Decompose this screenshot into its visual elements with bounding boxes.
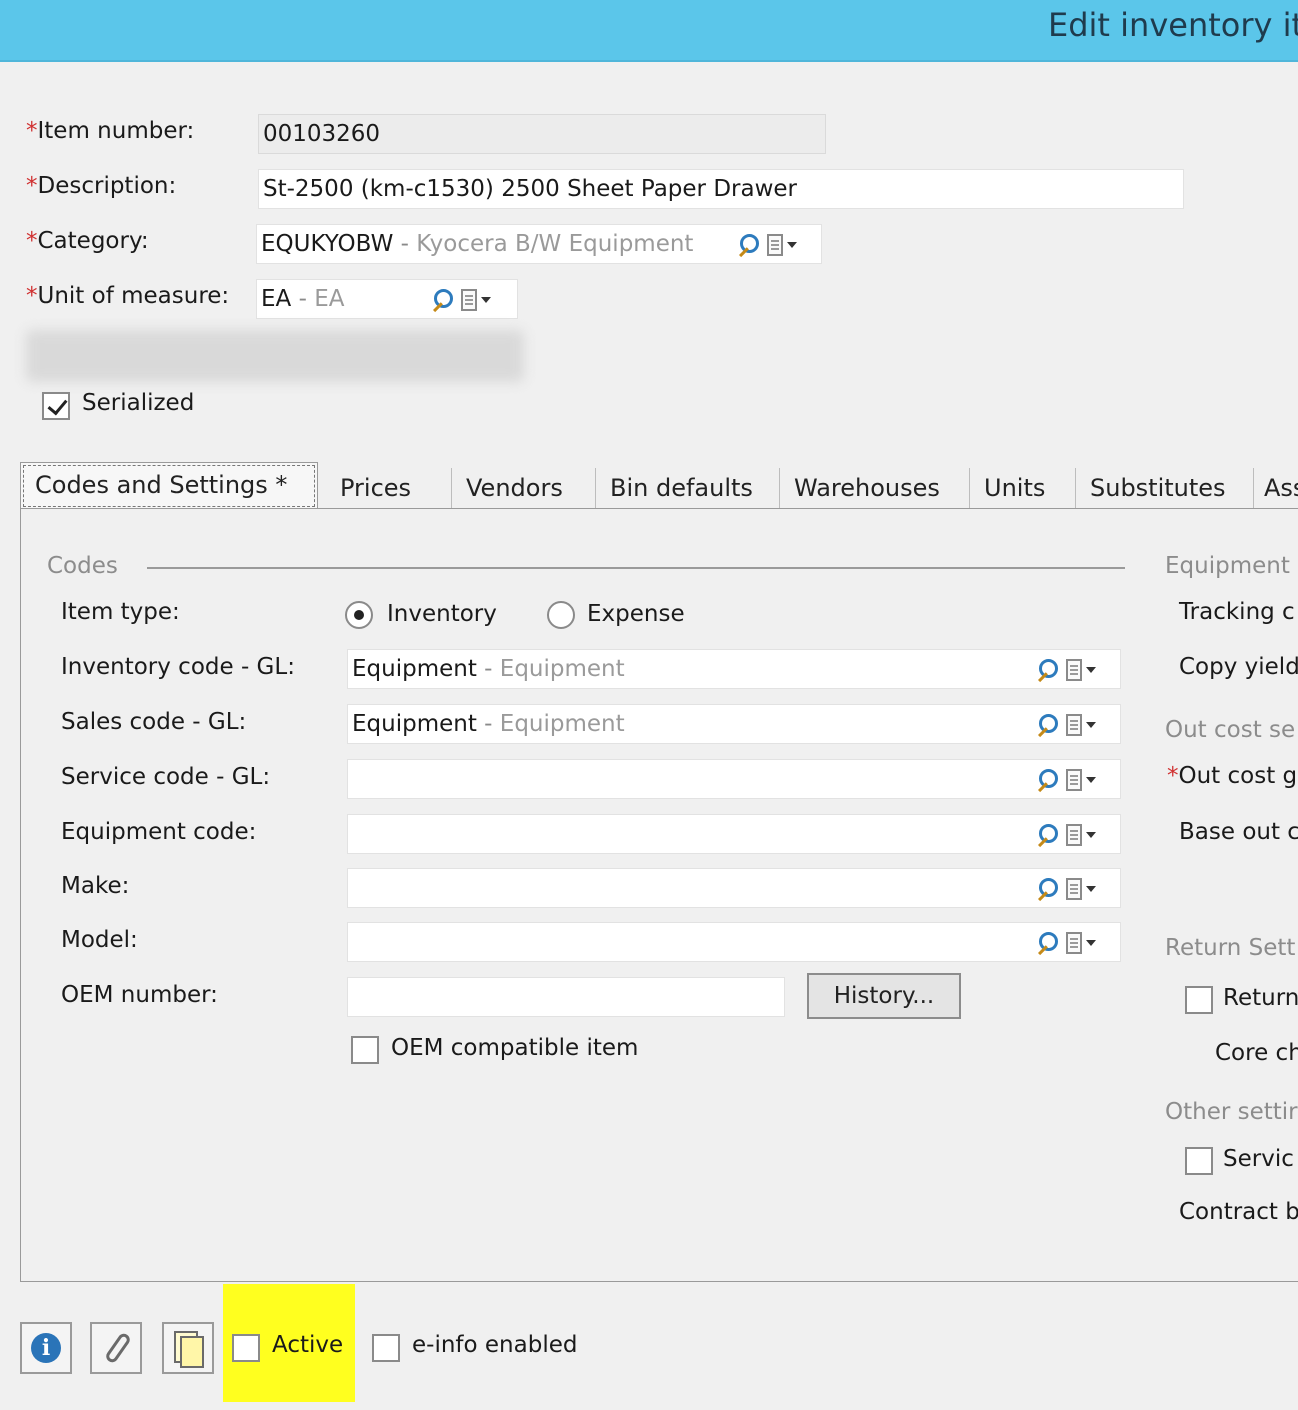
sales-code-label: Sales code - GL:: [61, 709, 247, 735]
lookup-icon[interactable]: [1034, 876, 1060, 902]
tracking-label: Tracking c: [1179, 599, 1295, 625]
document-icon[interactable]: [1066, 878, 1082, 900]
oem-compatible-label: OEM compatible item: [391, 1035, 639, 1061]
active-checkbox[interactable]: [232, 1334, 260, 1362]
serialized-checkbox[interactable]: [42, 392, 70, 420]
tab-prices[interactable]: Prices: [326, 468, 452, 510]
document-icon[interactable]: [461, 289, 477, 311]
item-type-label: Item type:: [61, 599, 180, 625]
service-code-field[interactable]: [347, 759, 1121, 799]
tab-vendors[interactable]: Vendors: [452, 468, 596, 510]
model-field[interactable]: [347, 922, 1121, 962]
codes-section-title: Codes: [47, 553, 118, 579]
redacted-row: [26, 330, 524, 382]
attachment-button[interactable]: [90, 1322, 142, 1374]
oem-number-field[interactable]: [347, 977, 785, 1017]
lookup-icon[interactable]: [1034, 822, 1060, 848]
lookup-icon[interactable]: [1034, 657, 1060, 683]
lookup-icon[interactable]: [1034, 930, 1060, 956]
tab-bin-defaults[interactable]: Bin defaults: [596, 468, 780, 510]
item-number-label: *Item number:: [26, 118, 195, 144]
tab-panel: Codes Item type: Inventory Expense Inven…: [20, 508, 1298, 1282]
equipment-code-field[interactable]: [347, 814, 1121, 854]
copy-yield-label: Copy yield: [1179, 654, 1298, 680]
window-titlebar: Edit inventory it: [0, 0, 1298, 62]
info-icon: i: [31, 1333, 61, 1363]
document-icon[interactable]: [767, 234, 783, 256]
document-icon[interactable]: [1066, 769, 1082, 791]
chevron-down-icon[interactable]: [481, 297, 491, 303]
lookup-icon[interactable]: [429, 287, 455, 313]
other-section-title: Other settir: [1165, 1099, 1298, 1125]
item-type-inventory-radio[interactable]: [345, 601, 373, 629]
oem-compatible-checkbox[interactable]: [351, 1036, 379, 1064]
service-label: Servic: [1223, 1146, 1294, 1172]
active-label: Active: [272, 1332, 344, 1358]
document-icon[interactable]: [1066, 932, 1082, 954]
chevron-down-icon[interactable]: [1086, 667, 1096, 673]
tab-strip: Codes and Settings * Prices Vendors Bin …: [20, 462, 1298, 510]
make-label: Make:: [61, 873, 130, 899]
service-code-label: Service code - GL:: [61, 764, 271, 790]
item-number-field[interactable]: 00103260: [258, 114, 826, 154]
tab-ass[interactable]: Ass: [1254, 468, 1298, 510]
lookup-icon[interactable]: [735, 232, 761, 258]
unit-of-measure-field[interactable]: EA - EA: [256, 279, 518, 319]
return-section-title: Return Sett: [1165, 935, 1296, 961]
chevron-down-icon[interactable]: [1086, 886, 1096, 892]
document-icon[interactable]: [1066, 824, 1082, 846]
return-label: Return: [1223, 985, 1298, 1011]
lookup-icon[interactable]: [1034, 767, 1060, 793]
category-field[interactable]: EQUKYOBW - Kyocera B/W Equipment: [256, 224, 822, 264]
unit-of-measure-label: *Unit of measure:: [26, 283, 230, 309]
document-icon[interactable]: [1066, 714, 1082, 736]
lookup-icon[interactable]: [1034, 712, 1060, 738]
description-label: *Description:: [26, 173, 177, 199]
window-title: Edit inventory it: [1048, 6, 1298, 44]
inventory-code-field[interactable]: Equipment - Equipment: [347, 649, 1121, 689]
chevron-down-icon[interactable]: [1086, 722, 1096, 728]
out-cost-group-label: *Out cost g: [1167, 763, 1298, 789]
chevron-down-icon[interactable]: [787, 242, 797, 248]
core-charge-label: Core ch: [1215, 1040, 1298, 1066]
tab-substitutes[interactable]: Substitutes: [1076, 468, 1254, 510]
e-info-enabled-label: e-info enabled: [412, 1332, 578, 1358]
category-label: *Category:: [26, 228, 149, 254]
service-checkbox[interactable]: [1185, 1147, 1213, 1175]
item-type-inventory-label: Inventory: [387, 601, 497, 627]
info-button[interactable]: i: [20, 1322, 72, 1374]
tab-units[interactable]: Units: [970, 468, 1076, 510]
notes-icon: [180, 1336, 204, 1368]
chevron-down-icon[interactable]: [1086, 940, 1096, 946]
notes-button[interactable]: [162, 1322, 214, 1374]
serialized-label: Serialized: [82, 390, 195, 416]
codes-divider: [147, 567, 1125, 569]
item-type-expense-radio[interactable]: [547, 601, 575, 629]
oem-number-label: OEM number:: [61, 982, 218, 1008]
e-info-enabled-checkbox[interactable]: [372, 1334, 400, 1362]
history-button[interactable]: History...: [807, 973, 961, 1019]
tab-warehouses[interactable]: Warehouses: [780, 468, 970, 510]
equipment-code-label: Equipment code:: [61, 819, 257, 845]
contract-label: Contract b: [1179, 1199, 1298, 1225]
tab-codes-and-settings[interactable]: Codes and Settings *: [20, 462, 318, 510]
out-cost-section-title: Out cost se: [1165, 717, 1296, 743]
inventory-code-label: Inventory code - GL:: [61, 654, 295, 680]
paperclip-icon: [103, 1331, 133, 1365]
chevron-down-icon[interactable]: [1086, 777, 1096, 783]
item-type-expense-label: Expense: [587, 601, 685, 627]
equipment-section-title: Equipment s: [1165, 553, 1298, 579]
description-field[interactable]: St-2500 (km-c1530) 2500 Sheet Paper Draw…: [258, 169, 1184, 209]
make-field[interactable]: [347, 868, 1121, 908]
document-icon[interactable]: [1066, 659, 1082, 681]
base-out-label: Base out c: [1179, 819, 1298, 845]
sales-code-field[interactable]: Equipment - Equipment: [347, 704, 1121, 744]
return-checkbox[interactable]: [1185, 986, 1213, 1014]
model-label: Model:: [61, 927, 138, 953]
chevron-down-icon[interactable]: [1086, 832, 1096, 838]
